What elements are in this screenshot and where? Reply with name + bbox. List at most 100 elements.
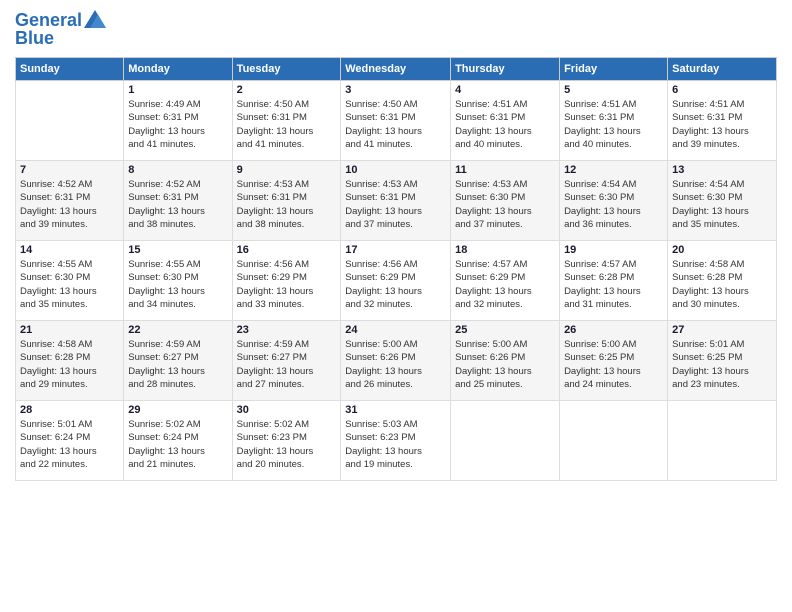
calendar-cell: 20Sunrise: 4:58 AM Sunset: 6:28 PM Dayli…	[668, 241, 777, 321]
day-number: 15	[128, 244, 227, 256]
day-info: Sunrise: 4:51 AM Sunset: 6:31 PM Dayligh…	[672, 98, 772, 151]
calendar-cell: 12 Sunrise: 4:54 AM Sunset: 6:30 PM Dayli…	[560, 161, 668, 241]
day-info: Sunrise: 5:01 AM Sunset: 6:25 PM Dayligh…	[672, 338, 772, 391]
column-header-friday: Friday	[560, 58, 668, 81]
day-info: Sunrise: 5:03 AM Sunset: 6:23 PM Dayligh…	[345, 418, 446, 471]
calendar-cell	[560, 401, 668, 481]
calendar-week-row: 14Sunrise: 4:55 AM Sunset: 6:30 PM Dayli…	[16, 241, 777, 321]
calendar-cell: 9 Sunrise: 4:53 AM Sunset: 6:31 PM Daylig…	[232, 161, 341, 241]
calendar-cell: 13 Sunrise: 4:54 AM Sunset: 6:30 PM Dayli…	[668, 161, 777, 241]
calendar-cell: 23 Sunrise: 4:59 AM Sunset: 6:27 PM Dayli…	[232, 321, 341, 401]
day-number: 22	[128, 324, 227, 336]
calendar-cell: 26 Sunrise: 5:00 AM Sunset: 6:25 PM Dayli…	[560, 321, 668, 401]
calendar-week-row: 21 Sunrise: 4:58 AM Sunset: 6:28 PM Dayli…	[16, 321, 777, 401]
day-info: Sunrise: 5:02 AM Sunset: 6:23 PM Dayligh…	[237, 418, 337, 471]
day-number: 2	[237, 84, 337, 96]
calendar-cell: 17 Sunrise: 4:56 AM Sunset: 6:29 PM Dayli…	[341, 241, 451, 321]
logo: General Blue	[15, 10, 106, 49]
day-info: Sunrise: 4:57 AM Sunset: 6:28 PM Dayligh…	[564, 258, 663, 311]
day-info: Sunrise: 5:02 AM Sunset: 6:24 PM Dayligh…	[128, 418, 227, 471]
calendar-cell: 30 Sunrise: 5:02 AM Sunset: 6:23 PM Dayli…	[232, 401, 341, 481]
day-number: 23	[237, 324, 337, 336]
day-number: 10	[345, 164, 446, 176]
calendar-cell: 25 Sunrise: 5:00 AM Sunset: 6:26 PM Dayli…	[451, 321, 560, 401]
calendar-cell: 3 Sunrise: 4:50 AM Sunset: 6:31 PM Daylig…	[341, 81, 451, 161]
calendar-cell: 5 Sunrise: 4:51 AM Sunset: 6:31 PM Daylig…	[560, 81, 668, 161]
day-number: 12	[564, 164, 663, 176]
day-info: Sunrise: 5:00 AM Sunset: 6:25 PM Dayligh…	[564, 338, 663, 391]
day-info: Sunrise: 4:58 AM Sunset: 6:28 PM Dayligh…	[20, 338, 119, 391]
calendar-cell: 16 Sunrise: 4:56 AM Sunset: 6:29 PM Dayli…	[232, 241, 341, 321]
day-number: 30	[237, 404, 337, 416]
day-info: Sunrise: 4:52 AM Sunset: 6:31 PM Dayligh…	[20, 178, 119, 231]
calendar-cell: 31Sunrise: 5:03 AM Sunset: 6:23 PM Dayli…	[341, 401, 451, 481]
day-info: Sunrise: 4:50 AM Sunset: 6:31 PM Dayligh…	[345, 98, 446, 151]
calendar-cell	[451, 401, 560, 481]
header: General Blue	[15, 10, 777, 49]
calendar-cell	[16, 81, 124, 161]
day-number: 18	[455, 244, 555, 256]
day-info: Sunrise: 4:59 AM Sunset: 6:27 PM Dayligh…	[237, 338, 337, 391]
day-info: Sunrise: 4:56 AM Sunset: 6:29 PM Dayligh…	[237, 258, 337, 311]
day-number: 24	[345, 324, 446, 336]
calendar-cell: 27 Sunrise: 5:01 AM Sunset: 6:25 PM Dayli…	[668, 321, 777, 401]
calendar-body: 1Sunrise: 4:49 AM Sunset: 6:31 PM Daylig…	[16, 81, 777, 481]
day-info: Sunrise: 4:57 AM Sunset: 6:29 PM Dayligh…	[455, 258, 555, 311]
day-info: Sunrise: 5:00 AM Sunset: 6:26 PM Dayligh…	[455, 338, 555, 391]
calendar-cell: 19 Sunrise: 4:57 AM Sunset: 6:28 PM Dayli…	[560, 241, 668, 321]
column-header-tuesday: Tuesday	[232, 58, 341, 81]
calendar-cell: 7 Sunrise: 4:52 AM Sunset: 6:31 PM Daylig…	[16, 161, 124, 241]
day-info: Sunrise: 4:50 AM Sunset: 6:31 PM Dayligh…	[237, 98, 337, 151]
day-number: 16	[237, 244, 337, 256]
day-info: Sunrise: 4:49 AM Sunset: 6:31 PM Dayligh…	[128, 98, 227, 151]
day-info: Sunrise: 4:51 AM Sunset: 6:31 PM Dayligh…	[564, 98, 663, 151]
calendar-cell: 11 Sunrise: 4:53 AM Sunset: 6:30 PM Dayli…	[451, 161, 560, 241]
day-info: Sunrise: 4:53 AM Sunset: 6:31 PM Dayligh…	[345, 178, 446, 231]
day-info: Sunrise: 4:58 AM Sunset: 6:28 PM Dayligh…	[672, 258, 772, 311]
column-header-wednesday: Wednesday	[341, 58, 451, 81]
day-number: 7	[20, 164, 119, 176]
day-number: 9	[237, 164, 337, 176]
day-info: Sunrise: 4:54 AM Sunset: 6:30 PM Dayligh…	[672, 178, 772, 231]
calendar-week-row: 28Sunrise: 5:01 AM Sunset: 6:24 PM Dayli…	[16, 401, 777, 481]
day-info: Sunrise: 4:54 AM Sunset: 6:30 PM Dayligh…	[564, 178, 663, 231]
logo-icon	[84, 10, 106, 28]
day-number: 4	[455, 84, 555, 96]
day-number: 8	[128, 164, 227, 176]
day-info: Sunrise: 5:00 AM Sunset: 6:26 PM Dayligh…	[345, 338, 446, 391]
day-number: 25	[455, 324, 555, 336]
day-number: 3	[345, 84, 446, 96]
calendar-cell: 6 Sunrise: 4:51 AM Sunset: 6:31 PM Daylig…	[668, 81, 777, 161]
column-header-saturday: Saturday	[668, 58, 777, 81]
day-info: Sunrise: 4:56 AM Sunset: 6:29 PM Dayligh…	[345, 258, 446, 311]
day-info: Sunrise: 4:53 AM Sunset: 6:31 PM Dayligh…	[237, 178, 337, 231]
day-number: 6	[672, 84, 772, 96]
day-number: 19	[564, 244, 663, 256]
calendar-header-row: SundayMondayTuesdayWednesdayThursdayFrid…	[16, 58, 777, 81]
calendar-cell: 1Sunrise: 4:49 AM Sunset: 6:31 PM Daylig…	[124, 81, 232, 161]
calendar-cell: 4Sunrise: 4:51 AM Sunset: 6:31 PM Daylig…	[451, 81, 560, 161]
calendar-cell: 8 Sunrise: 4:52 AM Sunset: 6:31 PM Daylig…	[124, 161, 232, 241]
day-number: 27	[672, 324, 772, 336]
logo-blue: Blue	[15, 28, 54, 50]
day-info: Sunrise: 4:52 AM Sunset: 6:31 PM Dayligh…	[128, 178, 227, 231]
calendar-cell: 18 Sunrise: 4:57 AM Sunset: 6:29 PM Dayli…	[451, 241, 560, 321]
day-number: 5	[564, 84, 663, 96]
day-number: 11	[455, 164, 555, 176]
day-info: Sunrise: 4:55 AM Sunset: 6:30 PM Dayligh…	[128, 258, 227, 311]
day-number: 26	[564, 324, 663, 336]
day-number: 13	[672, 164, 772, 176]
calendar-cell: 10 Sunrise: 4:53 AM Sunset: 6:31 PM Dayli…	[341, 161, 451, 241]
day-number: 17	[345, 244, 446, 256]
calendar-week-row: 7 Sunrise: 4:52 AM Sunset: 6:31 PM Daylig…	[16, 161, 777, 241]
calendar-cell: 29Sunrise: 5:02 AM Sunset: 6:24 PM Dayli…	[124, 401, 232, 481]
calendar-cell: 24 Sunrise: 5:00 AM Sunset: 6:26 PM Dayli…	[341, 321, 451, 401]
calendar-table: SundayMondayTuesdayWednesdayThursdayFrid…	[15, 57, 777, 481]
calendar-cell: 21 Sunrise: 4:58 AM Sunset: 6:28 PM Dayli…	[16, 321, 124, 401]
page-container: General Blue SundayMondayTuesdayWednesda…	[0, 0, 792, 491]
day-number: 21	[20, 324, 119, 336]
day-info: Sunrise: 4:53 AM Sunset: 6:30 PM Dayligh…	[455, 178, 555, 231]
day-number: 28	[20, 404, 119, 416]
day-info: Sunrise: 4:55 AM Sunset: 6:30 PM Dayligh…	[20, 258, 119, 311]
calendar-cell: 2 Sunrise: 4:50 AM Sunset: 6:31 PM Daylig…	[232, 81, 341, 161]
